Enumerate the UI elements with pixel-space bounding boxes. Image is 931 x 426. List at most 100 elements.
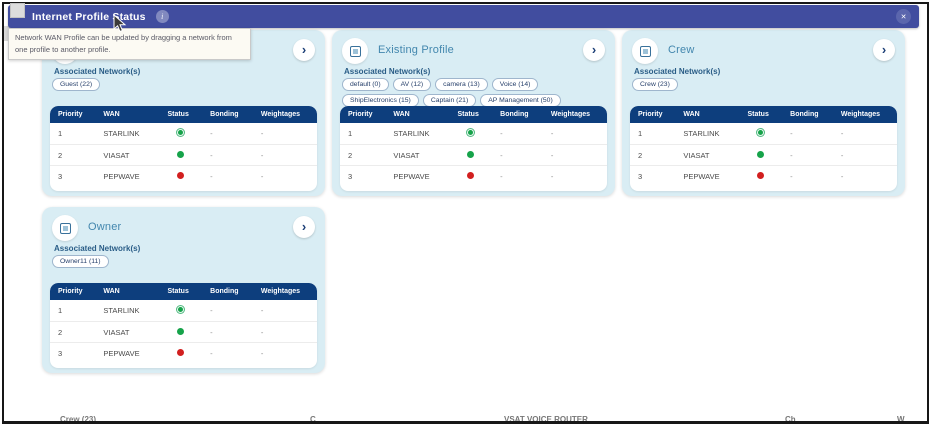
- wan-table: Priority WAN Status Bonding Weightages 1…: [50, 106, 317, 191]
- priority-cell: 2: [50, 151, 95, 160]
- open-profile-button[interactable]: ›: [873, 39, 895, 61]
- clipped-background-row: Crew (23) C VSAT VOICE ROUTER Ch W: [4, 415, 927, 421]
- status-online-icon: [177, 151, 184, 158]
- associated-networks-label: Associated Network(s): [54, 244, 140, 253]
- profile-card-owner: Owner › Associated Network(s) Owner11 (1…: [42, 207, 325, 373]
- wan-row: 1 STARLINK - -: [50, 300, 317, 321]
- col-wan: WAN: [95, 111, 159, 118]
- bonding-cell: -: [782, 151, 833, 160]
- status-online-icon: [757, 151, 764, 158]
- open-profile-button[interactable]: ›: [583, 39, 605, 61]
- network-chip[interactable]: Voice (14): [492, 78, 539, 91]
- status-cell: [159, 172, 202, 181]
- wan-row: 2 VIASAT - -: [340, 144, 607, 165]
- chevron-right-icon: ›: [302, 43, 306, 56]
- wan-cell: PEPWAVE: [385, 172, 449, 181]
- chevron-right-icon: ›: [882, 43, 886, 56]
- priority-cell: 1: [50, 129, 95, 138]
- col-bonding: Bonding: [782, 111, 833, 118]
- weightages-cell: -: [253, 129, 317, 138]
- wan-row: 2 VIASAT - -: [630, 144, 897, 165]
- status-offline-icon: [177, 349, 184, 356]
- status-cell: [159, 151, 202, 160]
- priority-cell: 1: [50, 306, 95, 315]
- wan-table-header: Priority WAN Status Bonding Weightages: [340, 106, 607, 123]
- associated-networks-label: Associated Network(s): [634, 67, 720, 76]
- background-text-fragment: VSAT VOICE ROUTER: [504, 415, 588, 421]
- status-online-icon: [177, 328, 184, 335]
- modal-titlebar: Internet Profile Status i ✕: [8, 5, 919, 28]
- network-chip[interactable]: Owner11 (11): [52, 255, 109, 268]
- col-status: Status: [159, 288, 202, 295]
- associated-networks-label: Associated Network(s): [344, 67, 430, 76]
- col-weightages: Weightages: [253, 111, 317, 118]
- wan-cell: PEPWAVE: [95, 172, 159, 181]
- network-chips: default (0) AV (12) camera (13) Voice (1…: [342, 78, 607, 107]
- wan-cell: VIASAT: [385, 151, 449, 160]
- status-cell: [449, 129, 492, 138]
- chevron-right-icon: ›: [592, 43, 596, 56]
- network-chip[interactable]: AV (12): [393, 78, 432, 91]
- bonding-cell: -: [202, 349, 253, 358]
- network-chip[interactable]: camera (13): [435, 78, 488, 91]
- col-status: Status: [739, 111, 782, 118]
- profile-icon: [52, 215, 78, 241]
- bonding-cell: -: [492, 151, 543, 160]
- network-chips: Crew (23): [632, 78, 897, 91]
- wan-table-header: Priority WAN Status Bonding Weightages: [630, 106, 897, 123]
- priority-cell: 1: [630, 129, 675, 138]
- col-priority: Priority: [50, 288, 95, 295]
- weightages-cell: -: [543, 172, 607, 181]
- wan-table: Priority WAN Status Bonding Weightages 1…: [630, 106, 897, 191]
- bonding-cell: -: [202, 151, 253, 160]
- status-online-icon: [757, 129, 764, 136]
- background-text-fragment: W: [897, 415, 905, 421]
- col-wan: WAN: [385, 111, 449, 118]
- network-chip[interactable]: Guest (22): [52, 78, 100, 91]
- status-cell: [159, 349, 202, 358]
- wan-table-header: Priority WAN Status Bonding Weightages: [50, 106, 317, 123]
- wan-row: 3 PEPWAVE - -: [630, 165, 897, 186]
- col-weightages: Weightages: [253, 288, 317, 295]
- col-priority: Priority: [340, 111, 385, 118]
- network-chip[interactable]: Crew (23): [632, 78, 678, 91]
- weightages-cell: -: [253, 349, 317, 358]
- background-text-fragment: Crew (23): [60, 415, 96, 421]
- close-icon[interactable]: ✕: [896, 9, 911, 24]
- priority-cell: 2: [630, 151, 675, 160]
- status-offline-icon: [757, 172, 764, 179]
- bonding-cell: -: [202, 328, 253, 337]
- weightages-cell: -: [253, 172, 317, 181]
- background-artifact: [10, 3, 25, 18]
- priority-cell: 3: [340, 172, 385, 181]
- bonding-cell: -: [782, 129, 833, 138]
- col-priority: Priority: [630, 111, 675, 118]
- wan-cell: PEPWAVE: [675, 172, 739, 181]
- profile-icon: [632, 38, 658, 64]
- wan-row: 1 STARLINK - -: [340, 123, 607, 144]
- network-chip[interactable]: default (0): [342, 78, 389, 91]
- priority-cell: 2: [340, 151, 385, 160]
- status-cell: [739, 172, 782, 181]
- col-wan: WAN: [95, 288, 159, 295]
- background-text-fragment: Ch: [785, 415, 796, 421]
- wan-cell: VIASAT: [95, 151, 159, 160]
- status-cell: [739, 129, 782, 138]
- card-title: Crew: [668, 44, 694, 56]
- info-icon[interactable]: i: [156, 10, 169, 23]
- bonding-cell: -: [202, 306, 253, 315]
- col-status: Status: [159, 111, 202, 118]
- background-text-fragment: C: [310, 415, 316, 421]
- status-cell: [739, 151, 782, 160]
- wan-row: 1 STARLINK - -: [630, 123, 897, 144]
- col-wan: WAN: [675, 111, 739, 118]
- open-profile-button[interactable]: ›: [293, 39, 315, 61]
- open-profile-button[interactable]: ›: [293, 216, 315, 238]
- bonding-cell: -: [202, 129, 253, 138]
- col-bonding: Bonding: [202, 111, 253, 118]
- chevron-right-icon: ›: [302, 220, 306, 233]
- col-priority: Priority: [50, 111, 95, 118]
- weightages-cell: -: [543, 151, 607, 160]
- priority-cell: 3: [50, 172, 95, 181]
- priority-cell: 3: [50, 349, 95, 358]
